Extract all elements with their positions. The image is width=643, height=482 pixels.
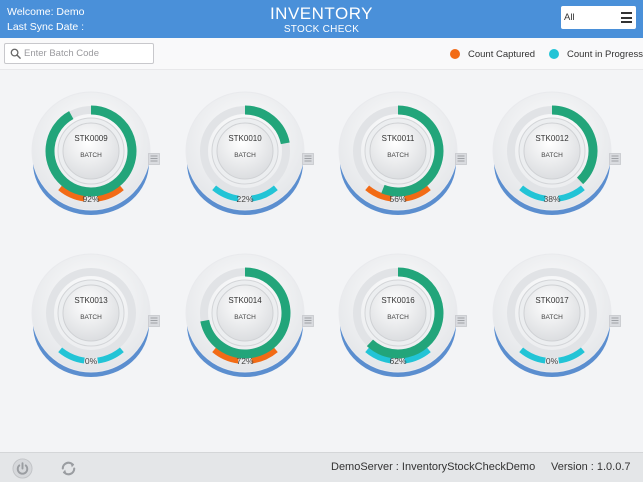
batch-percent: 92% (82, 194, 100, 204)
filter-value: All (564, 12, 575, 23)
search-box[interactable] (4, 43, 154, 64)
knob-center (216, 122, 274, 180)
batch-percent: 0% (84, 356, 98, 366)
app-header: Welcome: Demo Last Sync Date : INVENTORY… (0, 0, 643, 38)
batch-label: BATCH (541, 152, 563, 159)
hamburger-icon[interactable] (621, 12, 632, 23)
batch-code: STK0013 (74, 296, 108, 305)
batch-code: STK0017 (535, 296, 569, 305)
batch-code: STK0010 (228, 134, 262, 143)
batch-percent: 22% (236, 194, 254, 204)
power-icon[interactable] (12, 458, 33, 479)
batch-tile[interactable]: STK0010 BATCH 22% (185, 91, 315, 221)
knob-center (369, 284, 427, 342)
toolbar: Count Captured Count in Progress (0, 38, 643, 70)
legend-label: Count in Progress (567, 49, 643, 60)
batch-tile[interactable]: STK0011 BATCH 56% (338, 91, 468, 221)
notes-icon[interactable] (609, 315, 621, 327)
batch-code: STK0014 (228, 296, 262, 305)
batch-tile[interactable]: STK0009 BATCH 92% (31, 91, 161, 221)
notes-icon[interactable] (148, 315, 160, 327)
version-info: Version : 1.0.0.7 (551, 461, 631, 473)
batch-label: BATCH (234, 314, 256, 321)
batch-tile[interactable]: STK0016 BATCH 62% (338, 253, 468, 383)
legend-swatch (450, 49, 460, 59)
batch-label: BATCH (387, 152, 409, 159)
batch-percent: 56% (389, 194, 407, 204)
batch-code: STK0012 (535, 134, 569, 143)
legend-label: Count Captured (468, 49, 536, 60)
app-footer: DemoServer : InventoryStockCheckDemo Ver… (0, 452, 643, 482)
page-subtitle: STOCK CHECK (283, 24, 360, 35)
notes-icon[interactable] (609, 153, 621, 165)
batch-tile[interactable]: STK0013 BATCH 0% (31, 253, 161, 383)
notes-icon[interactable] (302, 153, 314, 165)
knob-center (62, 122, 120, 180)
batch-tile[interactable]: STK0017 BATCH 0% (492, 253, 622, 383)
search-icon (10, 48, 21, 59)
knob-center (523, 122, 581, 180)
batch-label: BATCH (234, 152, 256, 159)
batch-percent: 62% (389, 356, 407, 366)
knob-center (62, 284, 120, 342)
batch-percent: 72% (236, 356, 254, 366)
notes-icon[interactable] (302, 315, 314, 327)
notes-icon[interactable] (455, 315, 467, 327)
batch-label: BATCH (387, 314, 409, 321)
notes-icon[interactable] (455, 153, 467, 165)
legend-swatch (549, 49, 559, 59)
batch-code: STK0009 (74, 134, 108, 143)
notes-icon[interactable] (148, 153, 160, 165)
batch-tile[interactable]: STK0014 BATCH 72% (185, 253, 315, 383)
batch-code: STK0016 (381, 296, 415, 305)
batch-label: BATCH (80, 314, 102, 321)
knob-center (216, 284, 274, 342)
server-info: DemoServer : InventoryStockCheckDemo (331, 461, 536, 473)
batch-label: BATCH (541, 314, 563, 321)
page-title: INVENTORY (269, 4, 374, 23)
batch-percent: 0% (545, 356, 559, 366)
batch-code: STK0011 (381, 134, 415, 143)
batch-percent: 38% (543, 194, 561, 204)
sync-icon[interactable] (58, 458, 79, 479)
status-filter-dropdown[interactable]: All (561, 6, 636, 29)
knob-center (369, 122, 427, 180)
knob-center (523, 284, 581, 342)
batch-tile[interactable]: STK0012 BATCH 38% (492, 91, 622, 221)
batch-code-search-input[interactable] (24, 46, 150, 61)
batch-label: BATCH (80, 152, 102, 159)
